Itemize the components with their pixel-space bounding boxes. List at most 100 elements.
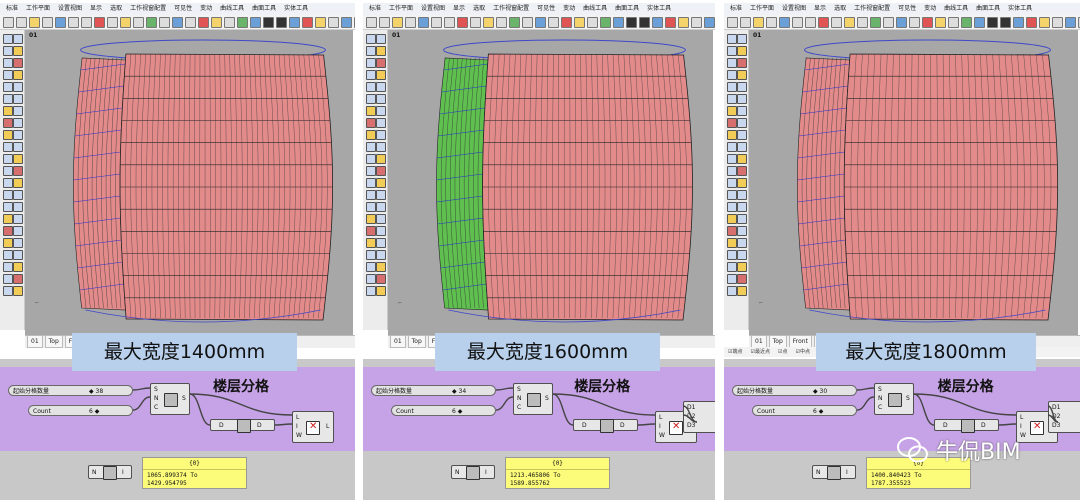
sidebar-tool-icon[interactable] xyxy=(727,82,737,92)
sidebar-tool-icon[interactable] xyxy=(13,46,23,56)
sidebar-tool-icon[interactable] xyxy=(3,154,13,164)
toolbar-tool-icon[interactable] xyxy=(302,16,313,28)
input-port[interactable]: L xyxy=(659,414,662,421)
input-port[interactable]: N xyxy=(455,469,460,476)
menu-item[interactable]: 标准 xyxy=(730,3,742,15)
sidebar-tool-icon[interactable] xyxy=(13,226,23,236)
sidebar-tool-icon[interactable] xyxy=(3,106,13,116)
toolbar-tool-icon[interactable] xyxy=(831,16,842,28)
start-count-slider[interactable]: 起始分格数量 ◆ 34 xyxy=(371,385,496,396)
menu-item[interactable]: 曲线工具 xyxy=(220,3,244,15)
output-port[interactable]: I xyxy=(485,469,487,476)
input-port[interactable]: D1 xyxy=(1052,404,1060,411)
sidebar-tool-icon[interactable] xyxy=(13,178,23,188)
sidebar-tool-icon[interactable] xyxy=(737,166,747,176)
input-port[interactable]: D2 xyxy=(1052,413,1060,420)
domain-output-component[interactable]: D1 D2 D3 xyxy=(1048,401,1080,433)
domain-list-component[interactable]: DD xyxy=(210,419,275,433)
sidebar-tool-icon[interactable] xyxy=(376,286,386,296)
input-port[interactable]: I xyxy=(659,423,661,430)
input-port[interactable]: W xyxy=(659,432,665,439)
sidebar-tool-icon[interactable] xyxy=(3,250,13,260)
menu-item[interactable]: 曲面工具 xyxy=(976,3,1000,15)
sidebar-tool-icon[interactable] xyxy=(366,34,376,44)
toolbar-tool-icon[interactable] xyxy=(237,16,248,28)
sidebar-tool-icon[interactable] xyxy=(366,226,376,236)
sidebar-tool-icon[interactable] xyxy=(376,274,386,284)
menu-item[interactable]: 实体工具 xyxy=(284,3,308,15)
menu-item[interactable]: 显示 xyxy=(90,3,102,15)
sidebar-tool-icon[interactable] xyxy=(727,142,737,152)
sidebar-tool-icon[interactable] xyxy=(376,154,386,164)
toolbar-tool-icon[interactable] xyxy=(250,16,261,28)
sidebar-tool-icon[interactable] xyxy=(13,274,23,284)
toolbar-tool-icon[interactable] xyxy=(68,16,79,28)
menu-item[interactable]: 选取 xyxy=(834,3,846,15)
sidebar-tool-icon[interactable] xyxy=(13,130,23,140)
sidebar-tool-icon[interactable] xyxy=(366,286,376,296)
osnap-checkbox[interactable]: ☑端点 xyxy=(728,349,743,355)
output-port[interactable]: S xyxy=(545,395,549,402)
toolbar-tool-icon[interactable] xyxy=(870,16,881,28)
sidebar-tool-icon[interactable] xyxy=(727,46,737,56)
tab-top[interactable]: Top xyxy=(44,336,63,348)
domain-list-component[interactable]: DD xyxy=(573,419,638,433)
toolbar-tool-icon[interactable] xyxy=(844,16,855,28)
toolbar-tool-icon[interactable] xyxy=(626,16,637,28)
toolbar-tool-icon[interactable] xyxy=(133,16,144,28)
menu-item[interactable]: 变动 xyxy=(563,3,575,15)
sidebar-tool-icon[interactable] xyxy=(3,238,13,248)
toolbar-tool-icon[interactable] xyxy=(315,16,326,28)
sidebar-tool-icon[interactable] xyxy=(366,106,376,116)
menu-item[interactable]: 变动 xyxy=(924,3,936,15)
sidebar-tool-icon[interactable] xyxy=(376,250,386,260)
toolbar-tool-icon[interactable] xyxy=(444,16,455,28)
toolbar-tool-icon[interactable] xyxy=(172,16,183,28)
menu-item[interactable]: 实体工具 xyxy=(1008,3,1032,15)
sidebar-tool-icon[interactable] xyxy=(366,82,376,92)
input-port[interactable]: C xyxy=(154,404,158,411)
menu-item[interactable]: 可见性 xyxy=(537,3,555,15)
toolbar-tool-icon[interactable] xyxy=(1026,16,1037,28)
sidebar-tool-icon[interactable] xyxy=(737,118,747,128)
toolbar-tool-icon[interactable] xyxy=(1000,16,1011,28)
sidebar-tool-icon[interactable] xyxy=(737,82,747,92)
sidebar-tool-icon[interactable] xyxy=(3,118,13,128)
toolbar-tool-icon[interactable] xyxy=(1052,16,1063,28)
toolbar-tool-icon[interactable] xyxy=(961,16,972,28)
tab-01[interactable]: 01 xyxy=(27,336,43,348)
toolbar-tool-icon[interactable] xyxy=(1065,16,1076,28)
sidebar-tool-icon[interactable] xyxy=(727,178,737,188)
toolbar-tool-icon[interactable] xyxy=(328,16,339,28)
input-port[interactable]: S xyxy=(517,386,521,393)
input-port[interactable]: I xyxy=(296,423,298,430)
toolbar-tool-icon[interactable] xyxy=(665,16,676,28)
input-port[interactable]: S xyxy=(154,386,158,393)
toolbar-tool-icon[interactable] xyxy=(146,16,157,28)
sidebar-tool-icon[interactable] xyxy=(376,238,386,248)
input-port[interactable]: W xyxy=(1020,432,1026,439)
sidebar-tool-icon[interactable] xyxy=(3,70,13,80)
toolbar-tool-icon[interactable] xyxy=(16,16,27,28)
toolbar-tool-icon[interactable] xyxy=(727,16,738,28)
start-count-slider[interactable]: 起始分格数量 ◆ 38 xyxy=(8,385,133,396)
sidebar-tool-icon[interactable] xyxy=(366,46,376,56)
input-port[interactable]: I xyxy=(1020,423,1022,430)
toolbar-tool-icon[interactable] xyxy=(987,16,998,28)
sidebar-tool-icon[interactable] xyxy=(376,82,386,92)
sidebar-tool-icon[interactable] xyxy=(3,262,13,272)
perspective-viewport[interactable]: 01 ⌐ xyxy=(749,30,1078,335)
menu-item[interactable]: 可见性 xyxy=(174,3,192,15)
menu-item[interactable]: 显示 xyxy=(814,3,826,15)
toolbar-tool-icon[interactable] xyxy=(276,16,287,28)
menu-item[interactable]: 曲线工具 xyxy=(944,3,968,15)
sidebar-tool-icon[interactable] xyxy=(376,70,386,80)
toolbar-tool-icon[interactable] xyxy=(909,16,920,28)
perspective-viewport[interactable]: 01 ⌐ xyxy=(25,30,353,335)
sidebar-tool-icon[interactable] xyxy=(366,202,376,212)
sidebar-tool-icon[interactable] xyxy=(13,190,23,200)
sidebar-tool-icon[interactable] xyxy=(737,94,747,104)
sidebar-tool-icon[interactable] xyxy=(3,166,13,176)
input-port[interactable]: D xyxy=(219,422,224,429)
sidebar-tool-icon[interactable] xyxy=(366,238,376,248)
